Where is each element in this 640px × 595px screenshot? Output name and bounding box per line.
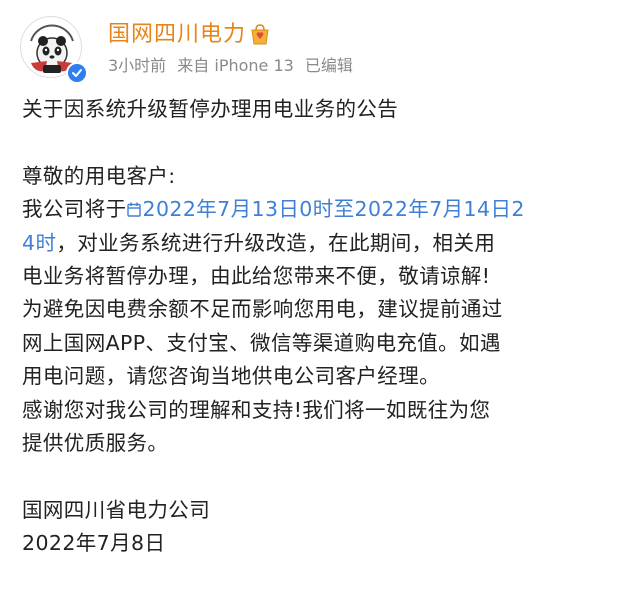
post-content: 关于因系统升级暂停办理用电业务的公告 尊敬的用电客户: 我公司将于 2022年7月…	[22, 93, 622, 560]
body-line: 用电问题，请您咨询当地供电公司客户经理。	[22, 364, 440, 389]
post-source: 来自 iPhone 13	[177, 56, 294, 75]
author-name[interactable]: 国网四川电力	[108, 22, 246, 48]
post-time[interactable]: 3小时前	[108, 56, 166, 75]
body-text: 我公司将于	[22, 197, 127, 222]
signature-date: 2022年7月8日	[22, 531, 166, 556]
date-link-text[interactable]: 2022年7月13日0时至2022年7月14日2	[143, 197, 525, 221]
greeting: 尊敬的用电客户:	[22, 163, 176, 188]
badge-icon[interactable]	[248, 24, 272, 46]
body-line: 网上国网APP、支付宝、微信等渠道购电充值。如遇	[22, 330, 501, 355]
date-link-continued[interactable]: 4时	[22, 231, 56, 255]
body-line: 提供优质服务。	[22, 430, 169, 455]
body-line: 感谢您对我公司的理解和支持!我们将一如既往为您	[22, 397, 491, 422]
date-link[interactable]: 2022年7月13日0时至2022年7月14日2	[126, 197, 525, 221]
post-edited[interactable]: 已编辑	[305, 56, 353, 75]
verified-icon	[66, 62, 88, 84]
body-text: ，对业务系统进行升级改造，在此期间，相关用	[56, 230, 496, 255]
body-line: 我公司将于 2022年7月13日0时至2022年7月14日2	[22, 193, 622, 226]
body-line: 4时，对业务系统进行升级改造，在此期间，相关用	[22, 227, 622, 260]
calendar-icon	[126, 202, 141, 217]
body-line: 电业务将暂停办理，由此给您带来不便，敬请谅解!	[22, 263, 491, 288]
announcement-title: 关于因系统升级暂停办理用电业务的公告	[22, 97, 399, 121]
body-line: 为避免因电费余额不足而影响您用电，建议提前通过	[22, 297, 503, 322]
post-header: 国网四川电力 3小时前 来自 iPhone 13 已编辑	[20, 12, 620, 84]
post-meta: 3小时前 来自 iPhone 13 已编辑	[108, 56, 359, 76]
signature: 国网四川省电力公司	[22, 497, 211, 522]
